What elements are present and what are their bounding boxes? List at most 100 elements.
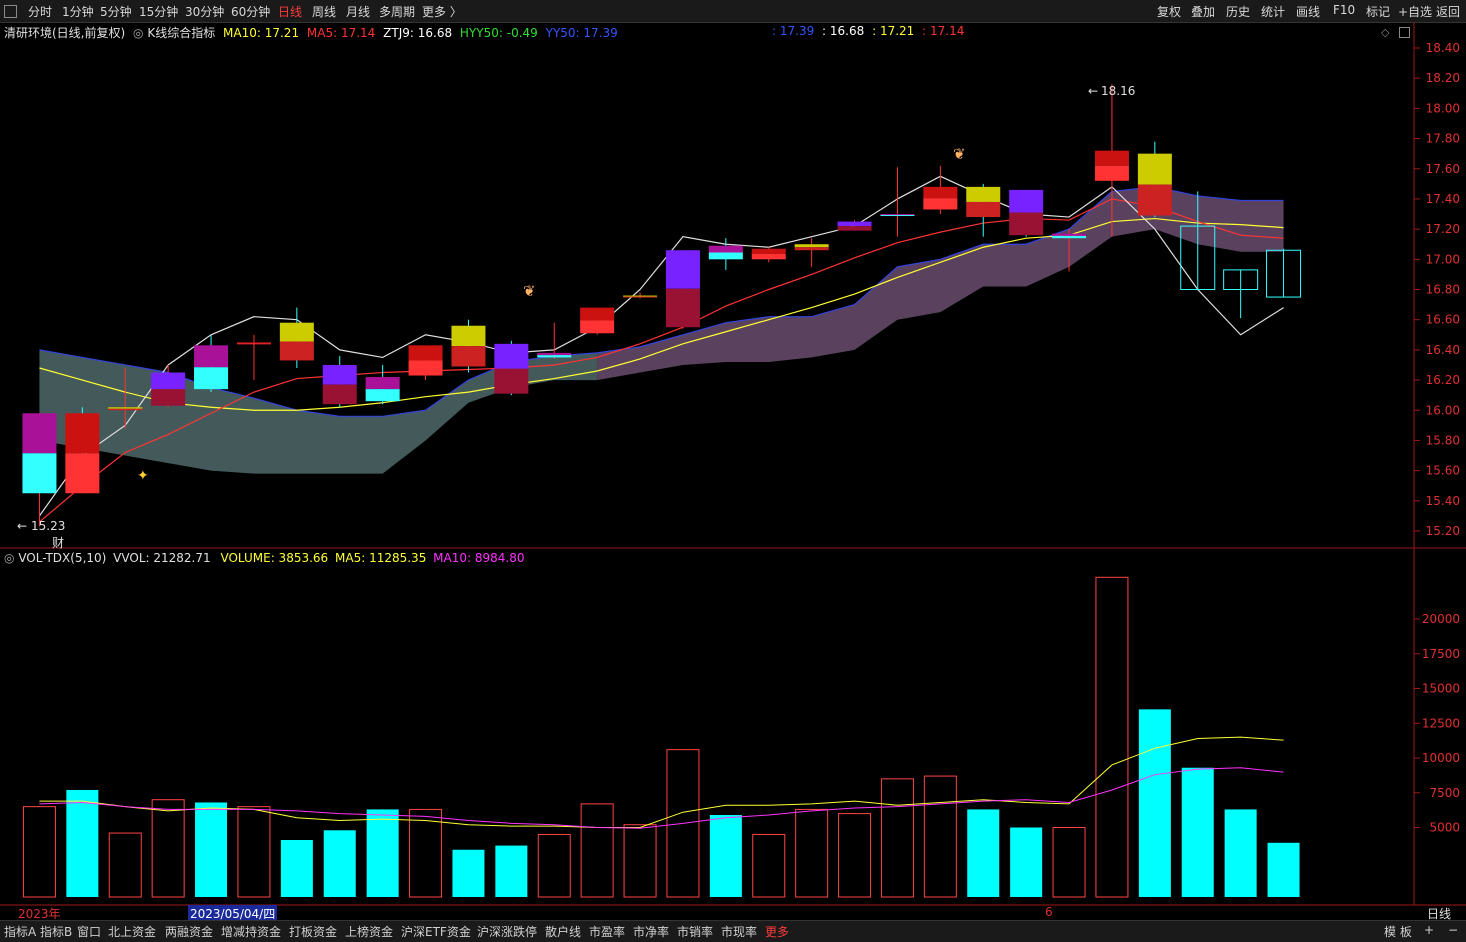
- tab-pe[interactable]: 市盈率: [589, 923, 625, 940]
- tab-15min[interactable]: 15分钟: [139, 3, 178, 20]
- finance-marker[interactable]: 财: [52, 534, 64, 551]
- template-button[interactable]: 模 板: [1384, 923, 1412, 940]
- band-cloud-teal: [39, 349, 598, 474]
- candle-body-top: [794, 244, 829, 248]
- stats-button[interactable]: 统计: [1261, 3, 1285, 20]
- candle-body-bottom: [537, 355, 572, 358]
- volume-bar: [195, 802, 228, 897]
- volume-bar: [967, 809, 1000, 897]
- candle-body-top: [108, 407, 143, 409]
- tab-fenshi[interactable]: 分时: [28, 3, 52, 20]
- volume-indicator-name[interactable]: VOL-TDX(5,10): [18, 551, 106, 565]
- tab-pcf[interactable]: 市现率: [721, 923, 757, 940]
- indicator-settings-icon[interactable]: ◎: [133, 26, 143, 40]
- volume-bar: [580, 803, 614, 898]
- price-tick-label: 17.80: [1426, 132, 1460, 146]
- tab-ps[interactable]: 市销率: [677, 923, 713, 940]
- tab-limit-stats[interactable]: 沪深涨跌停: [477, 923, 537, 940]
- candle-body-top: [451, 325, 486, 347]
- candle-body-bottom: [923, 198, 958, 210]
- candle-body-bottom: [22, 453, 57, 494]
- candle-body-top: [494, 343, 529, 369]
- tab-multi-period[interactable]: 多周期: [379, 3, 415, 20]
- zoom-in-button[interactable]: +: [1424, 923, 1434, 937]
- candle-body-bottom: [794, 247, 829, 251]
- volume-tick-label: 15000: [1422, 682, 1460, 696]
- volume-bar: [666, 749, 700, 898]
- candle-body-bottom: [837, 226, 872, 231]
- volume-bar: [495, 845, 528, 897]
- tab-holding-change[interactable]: 增减持资金: [221, 923, 281, 940]
- overlay-button[interactable]: 叠加: [1191, 3, 1215, 20]
- vol-ma5-line: [39, 736, 1284, 828]
- candle-body: [1266, 249, 1302, 298]
- tab-weekly[interactable]: 周线: [312, 3, 336, 20]
- volume-bar: [22, 806, 56, 898]
- tab-margin[interactable]: 两融资金: [165, 923, 213, 940]
- candle-body-top: [880, 214, 915, 216]
- bottom-tab-bar: 指标A 指标B 窗口 北上资金 两融资金 增减持资金 打板资金 上榜资金 沪深E…: [0, 920, 1466, 942]
- candle-body-bottom: [1009, 212, 1044, 236]
- back-button[interactable]: 返回: [1436, 3, 1460, 20]
- tab-indicator-a[interactable]: 指标A: [4, 923, 36, 940]
- candle-body-top: [279, 322, 314, 342]
- stock-title: 清研环境(日线,前复权): [4, 26, 126, 40]
- price-tick-label: 17.20: [1426, 222, 1460, 236]
- candle-body-top: [322, 364, 357, 385]
- indicator-name[interactable]: K线综合指标: [147, 26, 215, 40]
- volume-bar: [1052, 827, 1086, 898]
- volume-bar: [66, 789, 99, 897]
- candle-body-top: [923, 186, 958, 199]
- fuquan-button[interactable]: 复权: [1157, 3, 1181, 20]
- draw-line-button[interactable]: 画线: [1296, 3, 1320, 20]
- candle-body-bottom: [1052, 235, 1087, 239]
- history-button[interactable]: 历史: [1226, 3, 1250, 20]
- tab-1min[interactable]: 1分钟: [62, 3, 94, 20]
- tab-etf-funds[interactable]: 沪深ETF资金: [401, 923, 471, 940]
- maximize-icon[interactable]: [1399, 27, 1410, 38]
- price-tick-label: 15.60: [1426, 464, 1460, 478]
- candle-body-top: [708, 245, 743, 253]
- tab-60min[interactable]: 60分钟: [231, 3, 270, 20]
- volume-settings-icon[interactable]: ◎: [4, 551, 14, 565]
- price-tick-label: 16.60: [1426, 313, 1460, 327]
- tab-30min[interactable]: 30分钟: [185, 3, 224, 20]
- tab-monthly[interactable]: 月线: [346, 3, 370, 20]
- kline-chart[interactable]: 18.40 18.20 18.00 17.80 17.60 17.40 17.20 17.00…: [0, 0, 1466, 941]
- candle-body-top: [537, 352, 572, 356]
- candle-body: [1223, 269, 1259, 290]
- tab-more[interactable]: 更多 〉: [422, 3, 462, 20]
- band-top-line: [39, 186, 1284, 417]
- tab-retail-line[interactable]: 散户线: [545, 923, 581, 940]
- candle-body-bottom: [966, 201, 1001, 218]
- ztj9-line: [38, 175, 1284, 517]
- volume-tick-label: 7500: [1429, 786, 1460, 800]
- tab-billboard-funds[interactable]: 上榜资金: [345, 923, 393, 940]
- mark-button[interactable]: 标记: [1366, 3, 1390, 20]
- price-tick-label: 15.80: [1426, 433, 1460, 447]
- volume-bar: [537, 833, 571, 898]
- tab-indicator-b[interactable]: 指标B: [40, 923, 72, 940]
- tab-daily[interactable]: 日线: [278, 3, 302, 20]
- candle-body-bottom: [365, 389, 400, 402]
- candle-body-top: [1009, 189, 1044, 213]
- tab-5min[interactable]: 5分钟: [100, 3, 132, 20]
- window-icon[interactable]: [4, 5, 17, 18]
- candle-body-top: [194, 345, 229, 368]
- tab-more-bottom[interactable]: 更多: [765, 923, 789, 940]
- tab-northbound[interactable]: 北上资金: [108, 923, 156, 940]
- yy50-right-value: : 17.39: [772, 24, 815, 38]
- zoom-out-button[interactable]: −: [1448, 923, 1458, 937]
- candle-body-bottom: [279, 341, 314, 361]
- add-watchlist-button[interactable]: +自选: [1398, 3, 1432, 20]
- band-cloud-purple: [597, 186, 1284, 381]
- candle-body-bottom: [665, 288, 700, 328]
- tab-limit-up-funds[interactable]: 打板资金: [289, 923, 337, 940]
- shrimp-icon-1: ❦: [523, 282, 536, 300]
- f10-button[interactable]: F10: [1333, 3, 1355, 17]
- price-tick-label: 15.40: [1426, 494, 1460, 508]
- diamond-icon[interactable]: ◇: [1381, 26, 1389, 39]
- tab-pb[interactable]: 市净率: [633, 923, 669, 940]
- tab-window[interactable]: 窗口: [77, 923, 101, 940]
- price-legend-right: : 17.39 : 16.68 : 17.21 : 17.14: [772, 24, 964, 38]
